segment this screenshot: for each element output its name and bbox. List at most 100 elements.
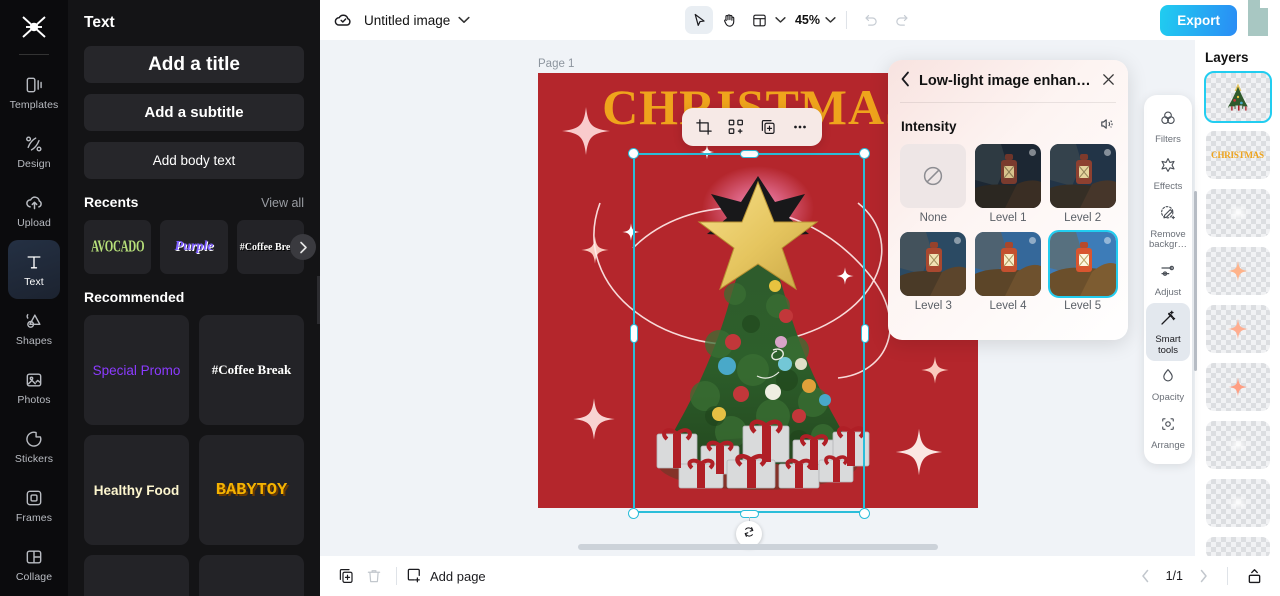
intensity-level-4[interactable]: Level 4 xyxy=(974,232,1042,312)
layout-tool-button[interactable] xyxy=(745,6,773,34)
duplicate-page-button[interactable] xyxy=(332,562,360,590)
more-options-button[interactable] xyxy=(786,114,814,140)
tool-filters[interactable]: Filters xyxy=(1146,103,1190,150)
recents-view-all-link[interactable]: View all xyxy=(261,196,304,210)
selection-bounding-box[interactable] xyxy=(633,153,865,513)
layer-glow-3[interactable] xyxy=(1205,479,1270,527)
recents-header: Recents View all xyxy=(84,194,304,210)
add-subtitle-button[interactable]: Add a subtitle xyxy=(84,94,304,131)
layer-christmas-tree[interactable] xyxy=(1203,71,1272,123)
sidebar-item-photos[interactable]: Photos xyxy=(8,358,60,417)
left-rail: Templates Design Upload Text Shapes Phot… xyxy=(0,0,68,596)
chevron-left-icon[interactable] xyxy=(900,71,911,92)
add-title-button[interactable]: Add a title xyxy=(84,46,304,83)
sidebar-item-text[interactable]: Text xyxy=(8,240,60,299)
tool-adjust[interactable]: Adjust xyxy=(1146,256,1190,303)
recommended-item-6[interactable] xyxy=(199,555,304,596)
recent-item-avocado[interactable]: AVOCADO xyxy=(84,220,152,274)
capcut-logo-icon[interactable] xyxy=(12,8,56,46)
sidebar-item-frames[interactable]: Frames xyxy=(8,476,60,535)
panel-collapse-handle[interactable] xyxy=(317,276,320,324)
selection-handle-bottom-left[interactable] xyxy=(628,508,639,519)
prev-page-button[interactable] xyxy=(1134,564,1158,588)
undo-button[interactable] xyxy=(857,6,885,34)
recommended-item-babytoy[interactable]: BABYTOY xyxy=(199,435,304,545)
sidebar-item-shapes[interactable]: Shapes xyxy=(8,299,60,358)
speaker-icon[interactable] xyxy=(1099,116,1115,137)
chevron-right-icon[interactable] xyxy=(290,234,316,260)
low-light-enhancement-popover[interactable]: Low-light image enhan… Intensity None Le… xyxy=(888,60,1128,340)
intensity-level-5[interactable]: Level 5 xyxy=(1047,230,1118,312)
document-title[interactable]: Untitled image xyxy=(364,13,450,28)
hand-tool-button[interactable] xyxy=(715,6,743,34)
recent-item-purple[interactable]: Purple xyxy=(160,220,228,274)
avatar[interactable] xyxy=(1246,0,1272,44)
layer-christmas-text[interactable]: CHRISTMAS xyxy=(1205,131,1270,179)
layers-title: Layers xyxy=(1205,50,1249,65)
sidebar-item-label: Templates xyxy=(9,98,59,111)
recommended-item-healthy-food[interactable]: Healthy Food xyxy=(84,435,189,545)
export-local-button[interactable] xyxy=(1240,562,1268,590)
cloud-sync-icon[interactable] xyxy=(332,9,354,31)
intensity-level-2[interactable]: Level 2 xyxy=(1049,144,1116,224)
canvas-viewport[interactable]: Page 1 CHRISTMAS Low-light image enhan… … xyxy=(320,40,1280,556)
intensity-label: Intensity xyxy=(901,119,957,134)
top-toolbar: Untitled image 45% Export xyxy=(320,0,1280,40)
layer-sparkle-3[interactable] xyxy=(1205,363,1270,411)
sidebar-item-stickers[interactable]: Stickers xyxy=(8,417,60,476)
zoom-caret-icon[interactable] xyxy=(825,16,836,24)
selection-handle-top-center[interactable] xyxy=(740,150,759,158)
selection-handle-bottom-right[interactable] xyxy=(859,508,870,519)
none-thumbnail xyxy=(900,144,967,208)
zoom-level[interactable]: 45% xyxy=(792,13,823,27)
intensity-level-none[interactable]: None xyxy=(900,144,967,224)
layout-caret-icon[interactable] xyxy=(775,16,786,24)
recent-item-label: Purple xyxy=(174,239,214,254)
sidebar-item-templates[interactable]: Templates xyxy=(8,63,60,122)
tool-opacity[interactable]: Opacity xyxy=(1146,361,1190,408)
intensity-level-3[interactable]: Level 3 xyxy=(900,232,967,312)
layer-glow-1[interactable] xyxy=(1205,189,1270,237)
redo-button[interactable] xyxy=(887,6,915,34)
tool-smart-tools[interactable]: Smart tools xyxy=(1146,303,1190,362)
select-tool-button[interactable] xyxy=(684,6,713,34)
tool-effects[interactable]: Effects xyxy=(1146,150,1190,197)
object-float-toolbar[interactable] xyxy=(682,108,822,146)
layer-glow-4[interactable] xyxy=(1205,537,1270,556)
add-body-text-button[interactable]: Add body text xyxy=(84,142,304,179)
recommended-item-5[interactable] xyxy=(84,555,189,596)
thumbnail-badge xyxy=(1028,149,1036,156)
duplicate-button[interactable] xyxy=(754,114,782,140)
main-area: Untitled image 45% Export Page 1 CHRISTM… xyxy=(320,0,1280,596)
tool-label: Opacity xyxy=(1151,392,1185,404)
recommended-item-coffee-break[interactable]: #Coffee Break xyxy=(199,315,304,425)
tool-remove-background[interactable]: Remove backgr… xyxy=(1146,198,1190,256)
sidebar-item-label: Collage xyxy=(15,570,53,583)
sidebar-item-upload[interactable]: Upload xyxy=(8,181,60,240)
next-page-button[interactable] xyxy=(1191,564,1215,588)
sidebar-item-label: Text xyxy=(24,275,44,288)
layer-sparkle-1[interactable] xyxy=(1205,247,1270,295)
chevron-down-icon[interactable] xyxy=(458,16,470,24)
selection-handle-right-middle[interactable] xyxy=(861,324,869,343)
sidebar-item-design[interactable]: Design xyxy=(8,122,60,181)
export-button[interactable]: Export xyxy=(1160,4,1237,36)
close-x-icon[interactable] xyxy=(1101,72,1116,90)
crop-button[interactable] xyxy=(690,114,718,140)
intensity-level-1[interactable]: Level 1 xyxy=(974,144,1042,224)
tool-arrange[interactable]: Arrange xyxy=(1146,409,1190,456)
lantern-thumbnail xyxy=(900,232,967,296)
tool-rail-scrollbar[interactable] xyxy=(1194,191,1197,371)
sidebar-item-collage[interactable]: Collage xyxy=(8,535,60,594)
add-page-button[interactable]: Add page xyxy=(405,566,486,587)
cutout-button[interactable] xyxy=(722,114,750,140)
stickers-icon xyxy=(24,429,44,449)
delete-page-button[interactable] xyxy=(360,562,388,590)
canvas-horizontal-scrollbar[interactable] xyxy=(578,544,938,550)
layer-glow-2[interactable] xyxy=(1205,421,1270,469)
selection-handle-top-right[interactable] xyxy=(859,148,870,159)
layer-sparkle-2[interactable] xyxy=(1205,305,1270,353)
selection-handle-top-left[interactable] xyxy=(628,148,639,159)
selection-handle-left-middle[interactable] xyxy=(630,324,638,343)
recommended-item-special-promo[interactable]: Special Promo xyxy=(84,315,189,425)
